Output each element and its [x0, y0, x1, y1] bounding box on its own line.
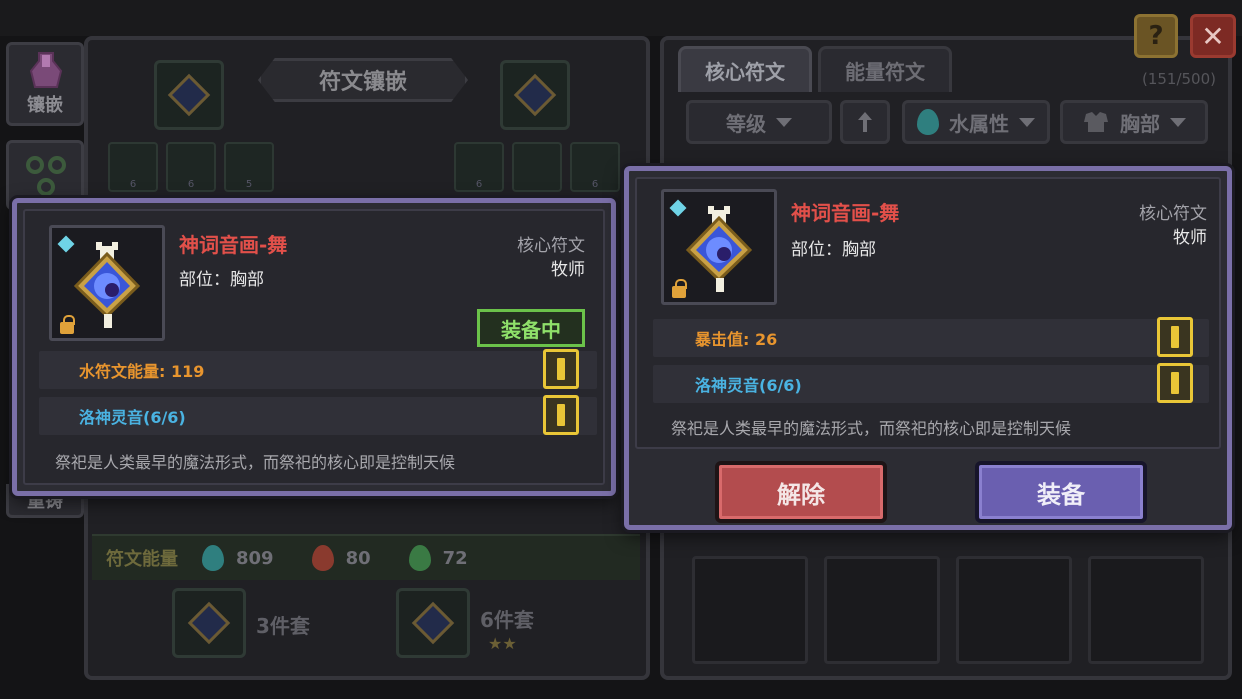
rune-icon-frame	[661, 189, 777, 305]
rune-class: 牧师	[551, 260, 585, 280]
energy-rune-slot[interactable]: 6	[454, 142, 504, 192]
inventory-cell[interactable]	[824, 556, 940, 664]
arrow-up-icon	[858, 112, 872, 132]
core-rune-slot-left[interactable]	[154, 60, 224, 130]
sort-order-button[interactable]	[840, 100, 890, 144]
vase-icon	[29, 52, 63, 88]
inventory-cell[interactable]	[692, 556, 808, 664]
sidebar-tab-inlay-label: 镶嵌	[27, 95, 63, 116]
remove-button[interactable]: 解除	[715, 461, 887, 523]
rune-gem-icon	[187, 601, 231, 645]
rune-class: 牧师	[1173, 228, 1207, 248]
inventory-cell[interactable]	[956, 556, 1072, 664]
inventory-cell[interactable]	[1088, 556, 1204, 664]
slot-filter-dropdown[interactable]: 胸部	[1060, 100, 1208, 144]
stat-lock-button[interactable]	[1157, 317, 1193, 357]
slot-filter-label: 胸部	[1120, 111, 1160, 136]
energy-rune-slot[interactable]: 6	[108, 142, 158, 192]
rune-gem-icon	[411, 601, 455, 645]
stat-row: 洛神灵音(6/6)	[39, 397, 597, 435]
chevron-down-icon	[776, 117, 792, 127]
stat-row: 暴击值: 26	[653, 319, 1209, 357]
help-button[interactable]: ?	[1134, 14, 1178, 58]
rune-gem-icon	[513, 73, 557, 117]
rune-gem-icon	[685, 206, 753, 292]
slot-level: 6	[129, 178, 137, 190]
fire-energy: 80	[311, 545, 371, 571]
level-filter-label: 等级	[726, 111, 766, 136]
lock-bar-icon	[557, 358, 565, 380]
element-filter-dropdown[interactable]: 水属性	[902, 100, 1050, 144]
slot-level: 5	[245, 178, 253, 190]
slot-level: 6	[591, 178, 599, 190]
equipped-badge: 装备中	[477, 309, 585, 347]
set-bonus-3-label: 3件套	[256, 614, 310, 638]
rune-energy-bar: 符文能量 809 80 72	[92, 534, 640, 580]
set-bonus-3-icon[interactable]	[172, 588, 246, 658]
core-rune-slot-right[interactable]	[500, 60, 570, 130]
water-drop-icon	[917, 109, 939, 135]
rune-name: 神词音画-舞	[791, 201, 900, 225]
energy-rune-slot[interactable]	[512, 142, 562, 192]
lock-bar-icon	[1171, 372, 1179, 394]
rune-description: 祭祀是人类最早的魔法形式，而祭祀的核心即是控制天候	[671, 419, 1072, 438]
energy-rune-slot[interactable]: 6	[570, 142, 620, 192]
energy-rune-slot[interactable]: 6	[166, 142, 216, 192]
nature-energy: 72	[408, 545, 468, 571]
rune-name: 神词音画-舞	[179, 233, 288, 257]
set-bonus-6-label: 6件套	[480, 608, 534, 632]
stat-lock-button[interactable]	[543, 349, 579, 389]
stat-text: 水符文能量: 119	[79, 362, 205, 381]
rune-energy-label: 符文能量	[106, 549, 178, 570]
stat-lock-button[interactable]	[1157, 363, 1193, 403]
equipped-rune-tooltip: 神词音画-舞 部位：胸部 核心符文 牧师 装备中 水符文能量: 119 洛神灵音…	[12, 198, 616, 496]
stat-lock-button[interactable]	[543, 395, 579, 435]
tab-energy-rune[interactable]: 能量符文	[818, 46, 952, 92]
inventory-count: (151/500)	[1141, 70, 1216, 88]
fire-energy-value: 80	[345, 547, 371, 569]
nature-energy-value: 72	[442, 547, 468, 569]
rune-icon-frame	[49, 225, 165, 341]
chevron-down-icon	[1170, 117, 1186, 127]
level-filter-dropdown[interactable]: 等级	[686, 100, 832, 144]
stat-text: 暴击值: 26	[695, 330, 778, 349]
set-bonus-stars: ★★	[488, 634, 517, 653]
energy-rune-slot[interactable]: 5	[224, 142, 274, 192]
slot-level: 6	[187, 178, 195, 190]
chevron-down-icon	[1019, 117, 1035, 127]
tab-core-rune[interactable]: 核心符文	[678, 46, 812, 92]
element-filter-label: 水属性	[949, 111, 1009, 136]
rune-type: 核心符文	[1139, 204, 1207, 224]
rune-slot: 部位：胸部	[791, 240, 876, 260]
inlay-title: 符文镶嵌	[258, 58, 468, 102]
water-energy: 809	[202, 545, 274, 571]
stat-text: 洛神灵音(6/6)	[695, 376, 802, 395]
water-drop-icon	[202, 545, 224, 571]
equip-button[interactable]: 装备	[975, 461, 1147, 523]
lock-bar-icon	[557, 404, 565, 426]
water-energy-value: 809	[236, 547, 274, 569]
rune-gem-icon	[73, 242, 141, 328]
fire-drop-icon	[311, 545, 334, 571]
lock-icon	[60, 315, 75, 334]
sidebar-tab-inlay[interactable]: 镶嵌	[6, 42, 84, 126]
top-bar	[0, 0, 1242, 36]
rune-gem-icon	[167, 73, 211, 117]
nature-drop-icon	[408, 545, 431, 571]
rune-type: 核心符文	[517, 236, 585, 256]
lock-icon	[672, 279, 687, 298]
rune-slot: 部位：胸部	[179, 270, 264, 290]
stat-row: 洛神灵音(6/6)	[653, 365, 1209, 403]
set-bonus-6-icon[interactable]	[396, 588, 470, 658]
stat-text: 洛神灵音(6/6)	[79, 408, 186, 427]
stat-row: 水符文能量: 119	[39, 351, 597, 389]
chest-armor-icon	[1084, 112, 1108, 132]
selected-rune-tooltip: 神词音画-舞 部位：胸部 核心符文 牧师 暴击值: 26 洛神灵音(6/6) 祭…	[624, 166, 1232, 530]
lock-bar-icon	[1171, 326, 1179, 348]
network-icon	[26, 156, 66, 196]
close-button[interactable]: ✕	[1190, 14, 1236, 58]
rune-description: 祭祀是人类最早的魔法形式，而祭祀的核心即是控制天候	[55, 453, 456, 472]
slot-level: 6	[475, 178, 483, 190]
